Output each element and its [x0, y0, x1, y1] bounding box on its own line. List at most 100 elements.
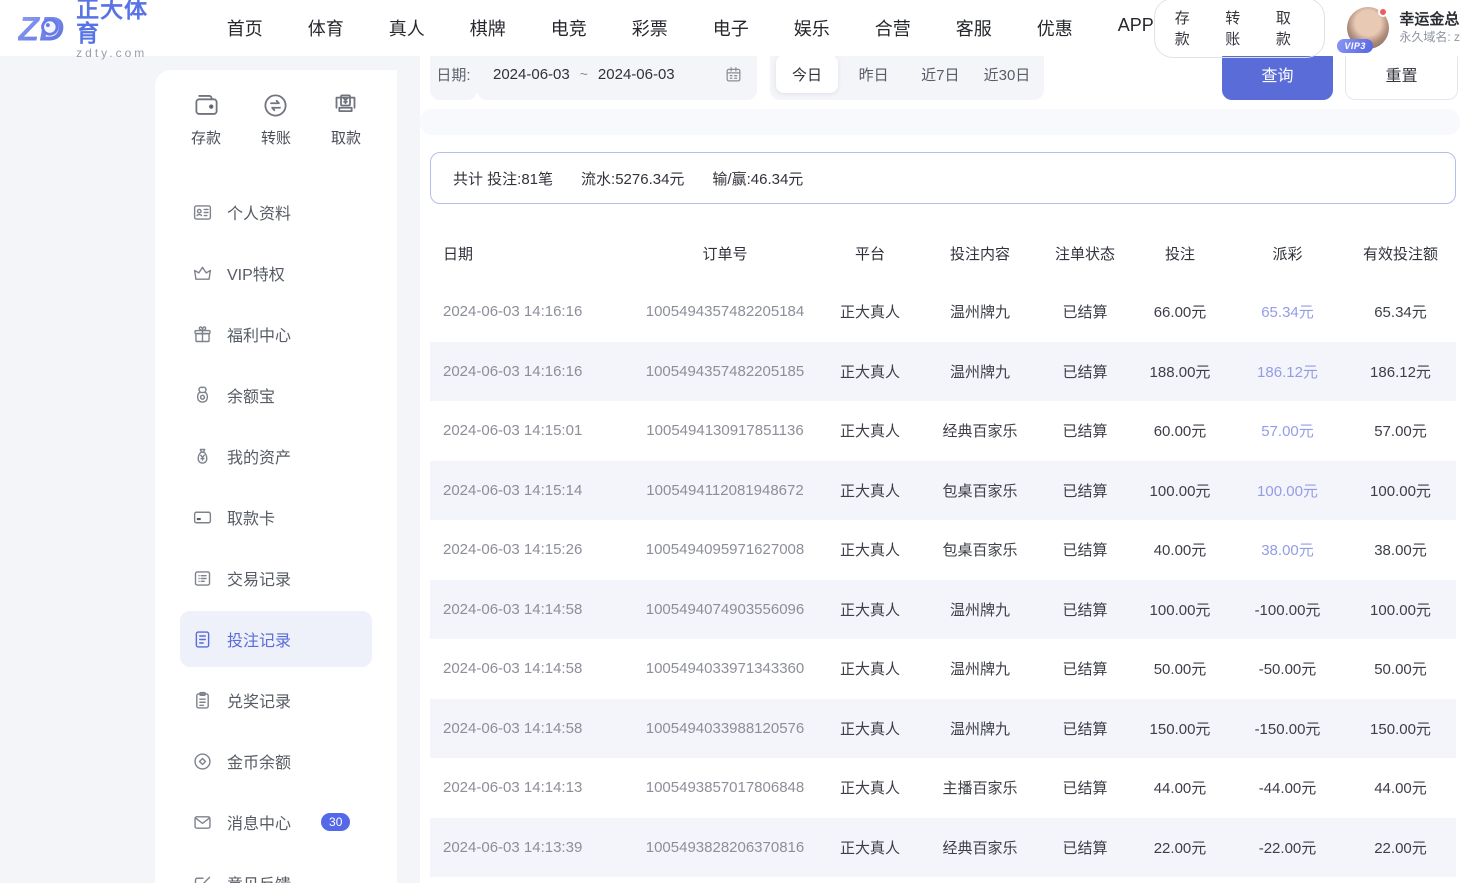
table-row: 2024-06-03 14:14:58 1005494033971343360 … [430, 639, 1456, 699]
user-block[interactable]: VIP3 幸运金总 永久域名: z [1347, 7, 1460, 49]
atm-icon [332, 92, 359, 119]
date-label: 日期: [430, 56, 477, 100]
nav-item-lottery[interactable]: 彩票 [632, 15, 668, 41]
nav-item-support[interactable]: 客服 [956, 15, 992, 41]
nav-item-live[interactable]: 真人 [389, 15, 425, 41]
col-payout: 派彩 [1230, 243, 1345, 264]
quick-action-withdraw[interactable]: 取款 [331, 92, 361, 148]
sidebar-item-feedback[interactable]: 意见反馈 [180, 855, 372, 883]
coin-icon [192, 751, 213, 772]
col-order: 订单号 [630, 243, 820, 264]
sidebar-item-assets[interactable]: 我的资产 [180, 428, 372, 484]
date-separator: ~ [580, 66, 588, 82]
withdraw-link[interactable]: 取款 [1276, 7, 1305, 49]
range-7days[interactable]: 近7日 [909, 56, 971, 93]
panel-divider-strip [420, 109, 1460, 135]
table-row: 2024-06-03 14:14:58 1005494074903556096 … [430, 580, 1456, 640]
col-status: 注单状态 [1040, 243, 1130, 264]
zd-logo-icon: ZD [18, 8, 68, 48]
id-card-icon [192, 202, 213, 223]
date-to-value: 2024-06-03 [598, 66, 675, 83]
summary-turnover: 流水:5276.34元 [581, 168, 684, 189]
summary-bar: 共计 投注:81笔 流水:5276.34元 输/赢:46.34元 [430, 152, 1456, 204]
nav-item-promotions[interactable]: 优惠 [1037, 15, 1073, 41]
nav-item-entertainment[interactable]: 娱乐 [794, 15, 830, 41]
filter-toolbar: 日期: 2024-06-03 ~ 2024-06-03 今日 昨日 近7日 近3… [420, 56, 1460, 100]
table-row: 2024-06-03 14:16:16 1005494357482205185 … [430, 342, 1456, 402]
clipboard-icon [192, 690, 213, 711]
brand-name: 正大体育 [76, 0, 169, 45]
table-row: 2024-06-03 14:15:01 1005494130917851136 … [430, 401, 1456, 461]
nav-item-partnership[interactable]: 合营 [875, 15, 911, 41]
brand-domain: zdty.com [76, 47, 169, 60]
summary-total-bets: 共计 投注:81笔 [453, 168, 553, 189]
sidebar-item-welfare[interactable]: 福利中心 [180, 306, 372, 362]
mail-icon [192, 812, 213, 833]
col-bet: 投注 [1130, 243, 1230, 264]
crown-icon [192, 263, 213, 284]
sidebar: 存款 转账 取款 个人资料 [155, 70, 397, 883]
sidebar-item-messages[interactable]: 消息中心 30 [180, 794, 372, 850]
sidebar-item-transactions[interactable]: 交易记录 [180, 550, 372, 606]
permanent-domain-note: 永久域名: z [1399, 30, 1460, 45]
nav-item-home[interactable]: 首页 [227, 15, 263, 41]
table-row: 2024-06-03 14:15:26 1005494095971627008 … [430, 520, 1456, 580]
nav-item-esports[interactable]: 电竞 [551, 15, 587, 41]
range-today[interactable]: 今日 [776, 56, 838, 93]
transfer-icon [262, 92, 289, 119]
quick-action-transfer[interactable]: 转账 [261, 92, 291, 148]
sidebar-item-coin-balance[interactable]: 金币余额 [180, 733, 372, 789]
summary-win-loss: 输/赢:46.34元 [712, 168, 803, 189]
date-range-input[interactable]: 2024-06-03 ~ 2024-06-03 [477, 56, 757, 100]
table-row: 2024-06-03 14:14:58 1005494033988120576 … [430, 699, 1456, 759]
records-table: 日期 订单号 平台 投注内容 注单状态 投注 派彩 有效投注额 2024-06-… [430, 225, 1456, 877]
main-nav: 首页 体育 真人 棋牌 电竞 彩票 电子 娱乐 合营 客服 优惠 APP [227, 15, 1154, 41]
bet-records-icon [192, 629, 213, 650]
gift-icon [192, 324, 213, 345]
deposit-link[interactable]: 存款 [1175, 7, 1204, 49]
bet-records-panel: 日期: 2024-06-03 ~ 2024-06-03 今日 昨日 近7日 近3… [420, 56, 1460, 883]
top-bar: ZD 正大体育 zdty.com 首页 体育 真人 棋牌 电竞 彩票 电子 娱乐… [0, 0, 1460, 56]
nav-item-boardgames[interactable]: 棋牌 [470, 15, 506, 41]
sidebar-item-bet-records[interactable]: 投注记录 [180, 611, 372, 667]
app-root: ZD 正大体育 zdty.com 首页 体育 真人 棋牌 电竞 彩票 电子 娱乐… [0, 0, 1460, 883]
wallet-actions-pill: 存款 转账 取款 [1154, 0, 1326, 58]
calendar-icon[interactable] [724, 65, 743, 84]
sidebar-item-vip[interactable]: VIP特权 [180, 245, 372, 301]
quick-range-group: 今日 昨日 近7日 近30日 [770, 56, 1044, 100]
table-body: 2024-06-03 14:16:16 1005494357482205184 … [430, 282, 1456, 877]
feedback-icon [192, 873, 213, 883]
brand-logo[interactable]: ZD 正大体育 zdty.com [18, 0, 169, 59]
table-row: 2024-06-03 14:16:16 1005494357482205184 … [430, 282, 1456, 342]
user-name: 幸运金总 [1399, 11, 1460, 30]
col-valid: 有效投注额 [1345, 243, 1456, 264]
table-row: 2024-06-03 14:13:39 1005493828206370816 … [430, 818, 1456, 878]
vip-badge: VIP3 [1337, 39, 1373, 53]
table-header-row: 日期 订单号 平台 投注内容 注单状态 投注 派彩 有效投注额 [430, 225, 1456, 282]
col-platform: 平台 [820, 243, 920, 264]
reset-button[interactable]: 重置 [1345, 56, 1458, 100]
col-date: 日期 [430, 243, 630, 264]
table-row: 2024-06-03 14:15:14 1005494112081948672 … [430, 461, 1456, 521]
nav-item-app[interactable]: APP [1118, 15, 1154, 41]
money-bag-icon [192, 446, 213, 467]
table-row: 2024-06-03 14:14:13 1005493857017806848 … [430, 758, 1456, 818]
sidebar-item-redeem-records[interactable]: 兑奖记录 [180, 672, 372, 728]
nav-item-sports[interactable]: 体育 [308, 15, 344, 41]
sidebar-item-profile[interactable]: 个人资料 [180, 184, 372, 240]
nav-item-slots[interactable]: 电子 [713, 15, 749, 41]
purse-icon [192, 385, 213, 406]
transaction-list-icon [192, 568, 213, 589]
range-yesterday[interactable]: 昨日 [843, 56, 905, 93]
transfer-link[interactable]: 转账 [1225, 7, 1254, 49]
range-30days[interactable]: 近30日 [976, 56, 1038, 93]
messages-badge: 30 [321, 813, 350, 831]
date-from-value: 2024-06-03 [493, 66, 570, 83]
sidebar-item-withdraw-card[interactable]: 取款卡 [180, 489, 372, 545]
wallet-icon [193, 92, 220, 119]
sidebar-item-yuebao[interactable]: 余额宝 [180, 367, 372, 423]
search-button[interactable]: 查询 [1222, 56, 1333, 100]
bank-card-icon [192, 507, 213, 528]
sidebar-quick-actions: 存款 转账 取款 [155, 70, 397, 154]
quick-action-deposit[interactable]: 存款 [191, 92, 221, 148]
